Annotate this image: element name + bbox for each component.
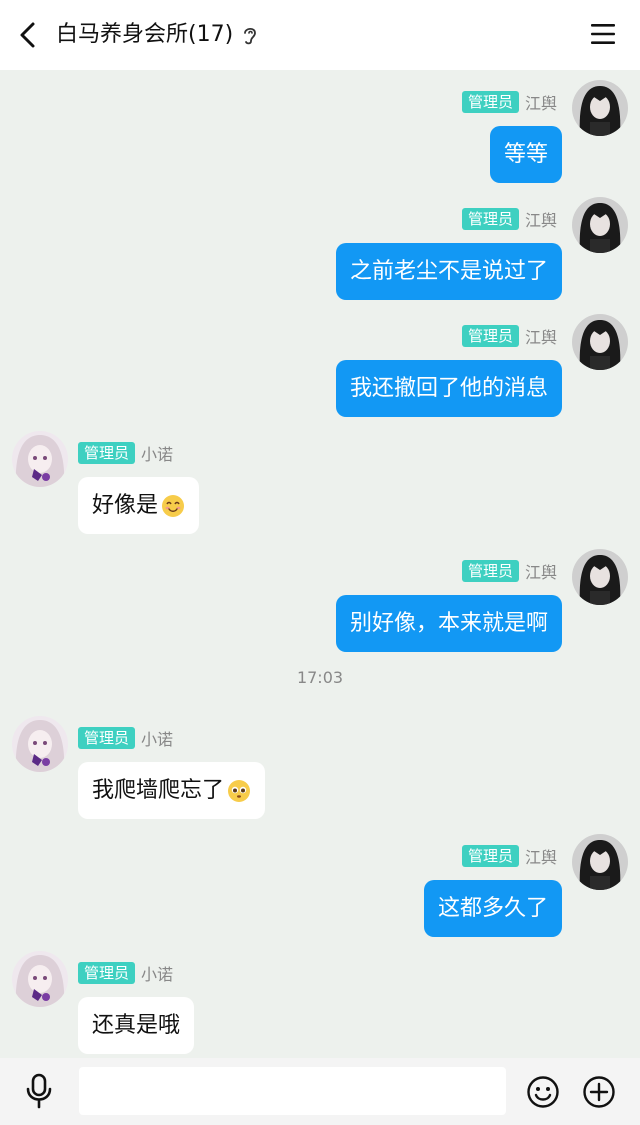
message-row: 管理员 江舆别好像，本来就是啊 — [0, 549, 640, 654]
avatar[interactable] — [12, 951, 68, 1007]
message-input[interactable] — [79, 1067, 506, 1115]
message-text: 这都多久了 — [437, 896, 548, 921]
timestamp: 17:03 — [296, 668, 344, 687]
message-bubble[interactable]: 我还撤回了他的消息 — [335, 360, 562, 417]
avatar[interactable] — [572, 834, 628, 890]
sender-meta: 管理员 小诺 — [78, 726, 173, 750]
sender-name: 江舆 — [524, 94, 557, 113]
smiley-icon[interactable] — [526, 1075, 560, 1109]
sender-meta: 管理员 江舆 — [461, 844, 557, 868]
admin-badge: 管理员 — [78, 727, 136, 749]
message-row: 管理员 江舆等等 — [0, 80, 640, 185]
sender-meta: 管理员 江舆 — [461, 207, 557, 231]
message-bubble[interactable]: 还真是哦 — [78, 997, 195, 1054]
admin-badge: 管理员 — [78, 962, 136, 984]
microphone-icon[interactable] — [24, 1072, 54, 1110]
sender-meta: 管理员 小诺 — [78, 441, 173, 465]
avatar[interactable] — [12, 716, 68, 772]
sender-name: 小诺 — [141, 965, 174, 984]
message-text: 好像是 — [92, 493, 159, 518]
plus-circle-icon[interactable] — [582, 1075, 616, 1109]
avatar[interactable] — [572, 197, 628, 253]
message-bubble[interactable]: 好像是 — [78, 477, 200, 534]
sender-name: 江舆 — [524, 328, 557, 347]
sender-name: 江舆 — [524, 848, 557, 867]
menu-icon[interactable] — [590, 22, 616, 46]
sender-name: 小诺 — [141, 445, 174, 464]
admin-badge: 管理员 — [461, 91, 519, 113]
message-bubble[interactable]: 别好像，本来就是啊 — [335, 595, 562, 652]
message-text: 之前老尘不是说过了 — [349, 259, 548, 284]
message-text: 我还撤回了他的消息 — [349, 376, 548, 401]
input-bar — [0, 1058, 640, 1125]
message-bubble[interactable]: 等等 — [489, 126, 562, 183]
message-text: 还真是哦 — [92, 1013, 181, 1038]
message-bubble[interactable]: 这都多久了 — [423, 880, 562, 937]
avatar[interactable] — [572, 314, 628, 370]
sender-meta: 管理员 小诺 — [78, 961, 173, 985]
ear-icon — [244, 27, 256, 45]
message-text: 别好像，本来就是啊 — [349, 611, 548, 636]
admin-badge: 管理员 — [461, 325, 519, 347]
admin-badge: 管理员 — [461, 208, 519, 230]
message-bubble[interactable]: 我爬墙爬忘了 — [78, 762, 266, 819]
sender-name: 江舆 — [524, 211, 557, 230]
message-bubble[interactable]: 之前老尘不是说过了 — [335, 243, 562, 300]
message-row: 管理员 小诺还真是哦 — [0, 951, 640, 1056]
message-row: 管理员 江舆这都多久了 — [0, 834, 640, 939]
message-list[interactable]: 管理员 江舆 等等 管理员 江舆 之前老尘不是说过了 管理员 江舆 我还撤回了他的消息 管理员 小诺… — [0, 70, 640, 1058]
message-row: 管理员 江舆我还撤回了他的消息 — [0, 314, 640, 419]
message-row: 管理员 江舆之前老尘不是说过了 — [0, 197, 640, 302]
smiling-face-emoji — [161, 494, 185, 518]
admin-badge: 管理员 — [78, 442, 136, 464]
avatar[interactable] — [572, 549, 628, 605]
sender-meta: 管理员 江舆 — [461, 559, 557, 583]
pleading-face-emoji — [227, 779, 251, 803]
sender-name: 江舆 — [524, 563, 557, 582]
chevron-left-icon[interactable] — [14, 20, 42, 50]
admin-badge: 管理员 — [461, 845, 519, 867]
avatar[interactable] — [572, 80, 628, 136]
sender-name: 小诺 — [141, 730, 174, 749]
message-row: 管理员 小诺好像是 — [0, 431, 640, 536]
message-text: 我爬墙爬忘了 — [92, 778, 225, 803]
message-row: 管理员 小诺我爬墙爬忘了 — [0, 716, 640, 821]
group-title[interactable]: 白马养身会所(17) — [56, 18, 233, 52]
avatar[interactable] — [12, 431, 68, 487]
sender-meta: 管理员 江舆 — [461, 90, 557, 114]
sender-meta: 管理员 江舆 — [461, 324, 557, 348]
chat-header: 白马养身会所(17) — [0, 0, 640, 70]
admin-badge: 管理员 — [461, 560, 519, 582]
message-text: 等等 — [503, 142, 548, 167]
